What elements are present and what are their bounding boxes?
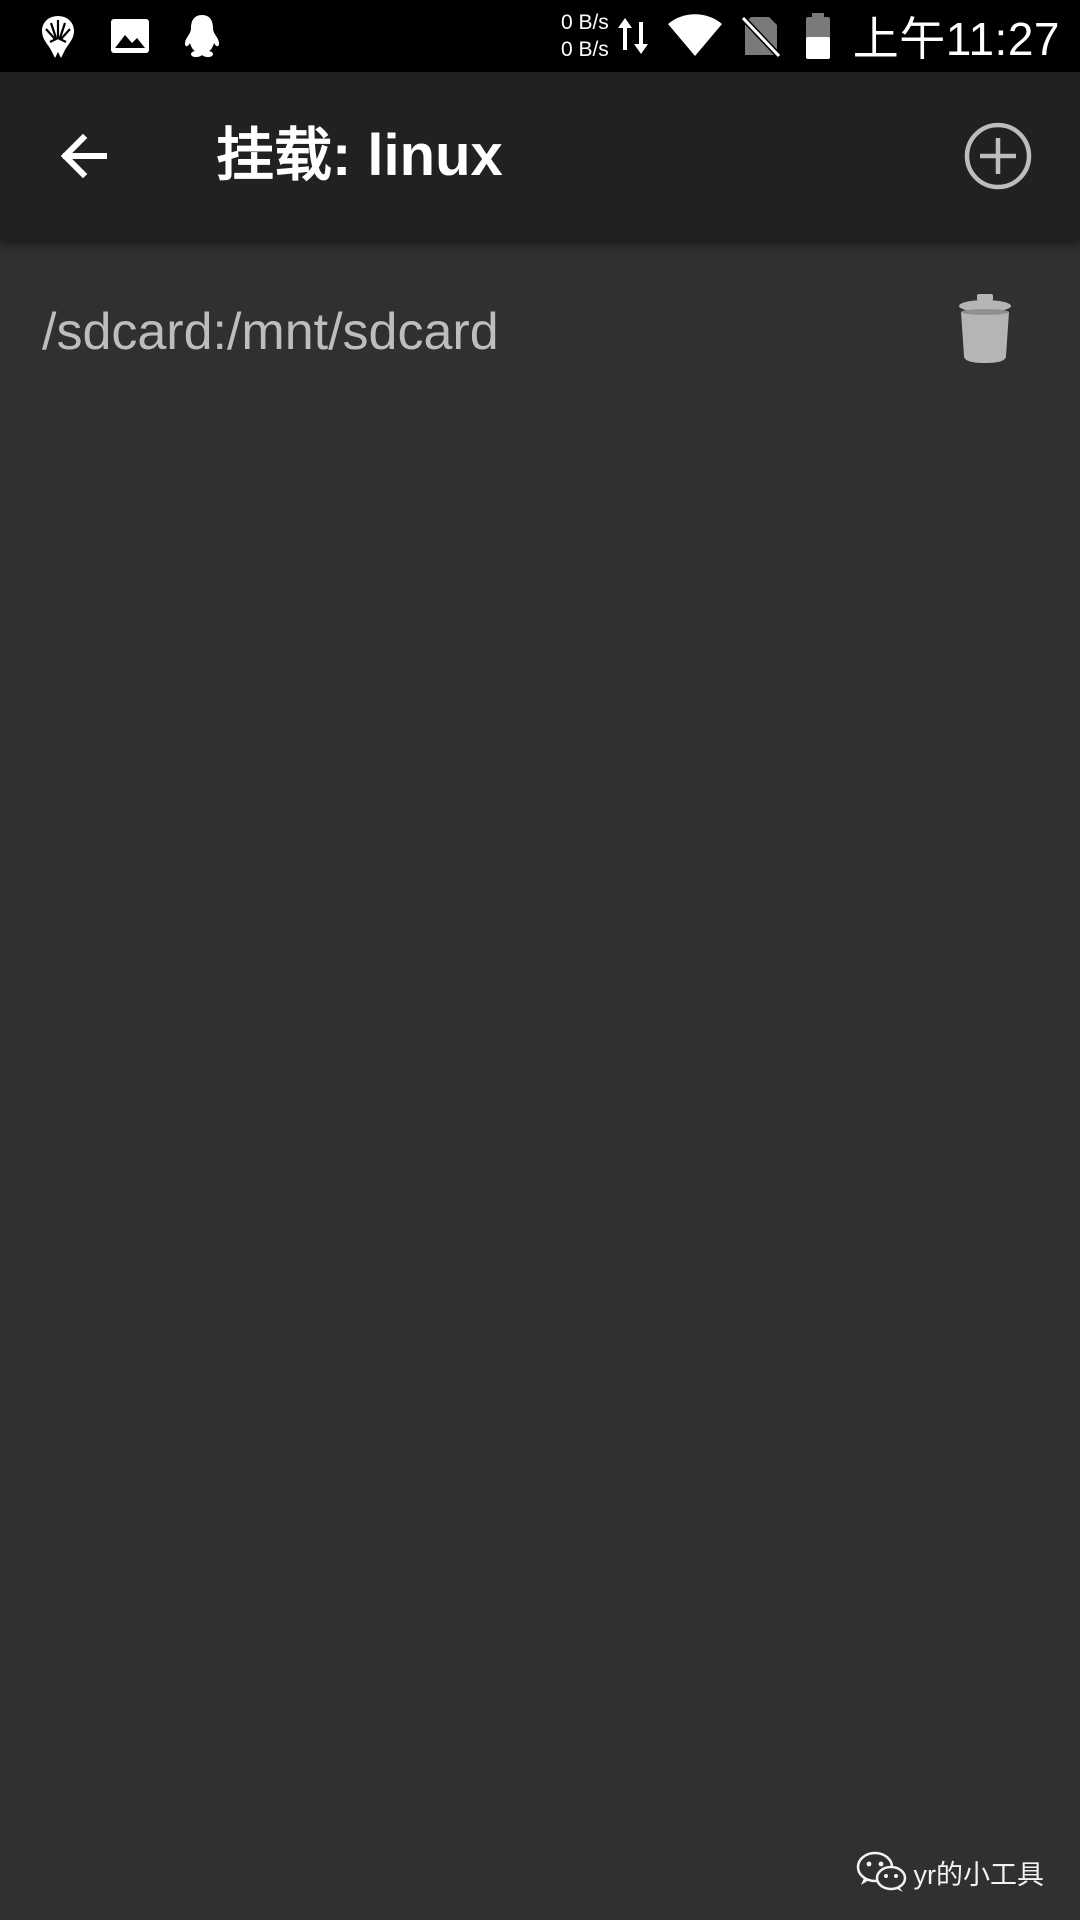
wechat-icon: [856, 1851, 906, 1892]
back-button[interactable]: [48, 120, 120, 192]
circle-plus-icon: [964, 122, 1032, 190]
add-mount-button[interactable]: [960, 118, 1036, 194]
screen: 0 B/s 0 B/s 上午11:27 挂载: linux /sdcard:/m…: [0, 0, 1080, 1920]
notification-icons: [34, 12, 226, 60]
network-speed: 0 B/s 0 B/s: [561, 9, 609, 63]
status-bar: 0 B/s 0 B/s 上午11:27: [0, 0, 1080, 72]
status-clock: 上午11:27: [852, 13, 1060, 65]
watermark: yr的小工具: [856, 1850, 1045, 1894]
page-title: 挂载: linux: [216, 123, 503, 188]
app-bar: 挂载: linux: [0, 72, 1080, 240]
no-sim-icon: [740, 15, 781, 59]
system-indicators: 0 B/s 0 B/s 上午11:27: [561, 0, 1060, 72]
delete-mount-button[interactable]: [954, 290, 1016, 366]
gallery-icon: [111, 19, 149, 53]
wifi-icon: [667, 14, 722, 56]
list-item[interactable]: /sdcard:/mnt/sdcard: [0, 240, 1080, 426]
qq-penguin-icon: [184, 15, 220, 58]
battery-icon: [805, 13, 830, 59]
data-transfer-icon: [617, 18, 648, 54]
mount-list: /sdcard:/mnt/sdcard: [0, 240, 1080, 1920]
arrow-left-icon: [60, 133, 107, 179]
mount-path: /sdcard:/mnt/sdcard: [42, 303, 499, 361]
network-speed-down: 0 B/s: [560, 38, 609, 61]
watermark-text: yr的小工具: [913, 1859, 1045, 1890]
network-speed-up: 0 B/s: [560, 11, 609, 34]
mask-app-icon: [42, 16, 74, 58]
trash-icon: [959, 294, 1011, 363]
